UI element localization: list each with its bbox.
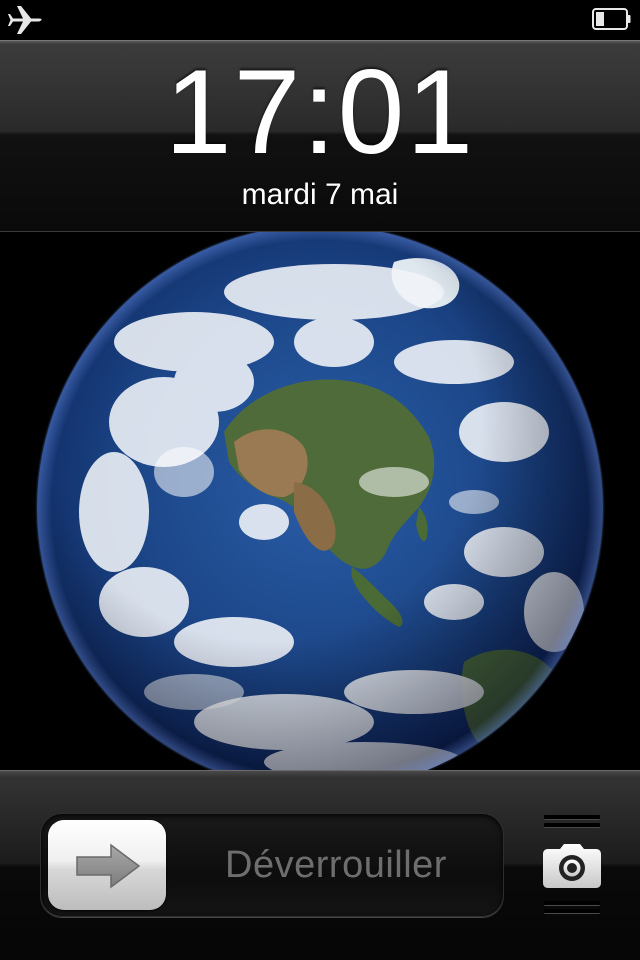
clock-date: mardi 7 mai [241,178,399,211]
arrow-right-icon [76,843,141,889]
clock-panel: 17:01 mardi 7 mai [0,40,640,232]
unlock-slider[interactable]: Déverrouiller [40,813,504,917]
earth-image [35,232,605,770]
bottom-bar: Déverrouiller [0,770,640,960]
unlock-knob[interactable] [48,820,166,910]
grip-line [544,823,600,828]
grip-line [544,909,600,914]
status-bar [0,0,640,40]
wallpaper [0,232,640,770]
battery-fill [596,12,604,26]
camera-icon [543,844,601,888]
camera-grabber[interactable] [540,811,604,921]
unlock-label: Déverrouiller [225,844,447,886]
grip-line [544,901,600,906]
battery-icon [592,8,631,30]
airplane-icon [8,6,42,34]
clock-time: 17:01 [164,45,476,179]
grip-line [544,815,600,820]
